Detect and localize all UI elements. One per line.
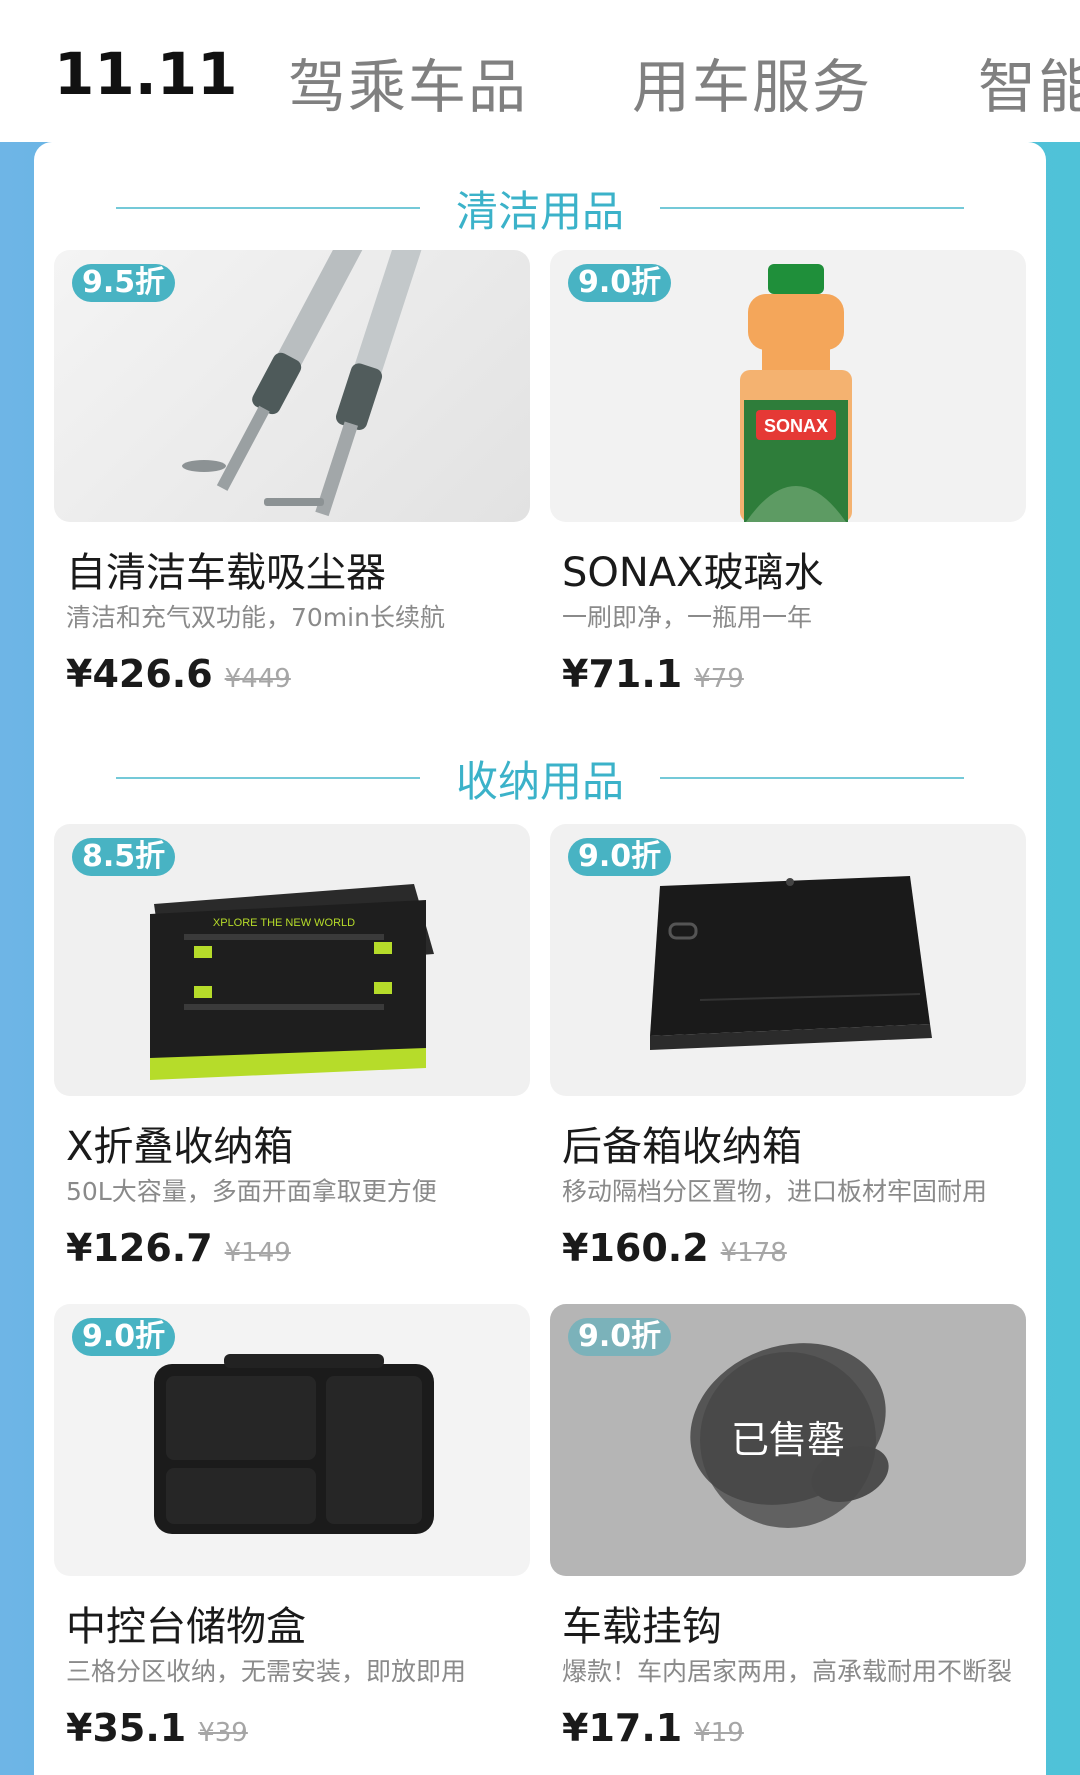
current-price: ¥17.1 [562, 1706, 683, 1750]
product-image[interactable]: SONAX 9.0折 [550, 250, 1026, 522]
product-price: ¥426.6 ¥449 [66, 652, 291, 696]
product-name[interactable]: 后备箱收纳箱 [562, 1114, 802, 1172]
original-price: ¥79 [694, 664, 744, 694]
section-title-text: 收纳用品 [455, 757, 624, 806]
original-price: ¥449 [224, 664, 291, 694]
product-name[interactable]: 中控台储物盒 [66, 1594, 306, 1652]
current-price: ¥35.1 [66, 1706, 187, 1750]
current-price: ¥71.1 [562, 652, 683, 696]
product-description: 50L大容量，多面开面拿取更方便 [66, 1177, 437, 1206]
product-price: ¥71.1 ¥79 [562, 652, 744, 696]
discount-badge: 9.0折 [72, 1318, 176, 1356]
product-panel: 清洁用品 9.5折 自清洁车载吸尘器 清洁和充气双功能，70min长续航 ¥42… [34, 142, 1046, 1775]
discount-badge: 9.0折 [568, 264, 672, 302]
product-image[interactable]: XPLORE THE NEW WORLD 8.5折 [54, 824, 530, 1096]
product-price: ¥17.1 ¥19 [562, 1706, 744, 1750]
section-title-storage: 收纳用品 [34, 748, 1046, 809]
product-description: 清洁和充气双功能，70min长续航 [66, 603, 445, 632]
product-name[interactable]: 自清洁车载吸尘器 [66, 540, 386, 598]
discount-badge: 8.5折 [72, 838, 176, 876]
discount-badge: 9.0折 [568, 838, 672, 876]
tab-driving-products[interactable]: 驾乘车品 [288, 40, 528, 124]
original-price: ¥149 [224, 1238, 291, 1268]
tab-1111[interactable]: 11.11 [54, 40, 237, 108]
product-name[interactable]: 车载挂钩 [562, 1594, 722, 1652]
divider-left [116, 777, 420, 779]
top-tab-bar: 11.11 驾乘车品 用车服务 智能 [0, 0, 1080, 142]
product-description: 三格分区收纳，无需安装，即放即用 [66, 1657, 467, 1686]
product-name[interactable]: SONAX玻璃水 [562, 540, 824, 598]
tab-smart[interactable]: 智能 [978, 40, 1080, 124]
original-price: ¥178 [720, 1238, 787, 1268]
current-price: ¥160.2 [562, 1226, 709, 1270]
sonax-label: SONAX [764, 416, 828, 436]
product-price: ¥35.1 ¥39 [66, 1706, 248, 1750]
box-brand-label: XPLORE THE NEW WORLD [213, 917, 355, 929]
product-price: ¥160.2 ¥178 [562, 1226, 787, 1270]
product-image[interactable]: 9.0折 已售罄 [550, 1304, 1026, 1576]
divider-right [660, 207, 964, 209]
original-price: ¥19 [694, 1718, 744, 1748]
product-image[interactable]: 9.0折 [54, 1304, 530, 1576]
original-price: ¥39 [198, 1718, 248, 1748]
product-description: 移动隔档分区置物，进口板材牢固耐用 [562, 1177, 988, 1206]
divider-right [660, 777, 964, 779]
product-image[interactable]: 9.5折 [54, 250, 530, 522]
product-price: ¥126.7 ¥149 [66, 1226, 291, 1270]
discount-badge: 9.5折 [72, 264, 176, 302]
discount-badge: 9.0折 [568, 1318, 672, 1356]
product-image[interactable]: 9.0折 [550, 824, 1026, 1096]
product-name[interactable]: X折叠收纳箱 [66, 1114, 293, 1172]
current-price: ¥426.6 [66, 652, 213, 696]
product-description: 爆款！车内居家两用，高承载耐用不断裂 [562, 1657, 1013, 1686]
product-description: 一刷即净，一瓶用一年 [562, 603, 813, 632]
divider-left [116, 207, 420, 209]
tab-car-services[interactable]: 用车服务 [632, 40, 872, 124]
section-title-text: 清洁用品 [455, 187, 624, 236]
sold-out-label: 已售罄 [700, 1352, 876, 1528]
section-title-cleaning: 清洁用品 [34, 178, 1046, 239]
current-price: ¥126.7 [66, 1226, 213, 1270]
